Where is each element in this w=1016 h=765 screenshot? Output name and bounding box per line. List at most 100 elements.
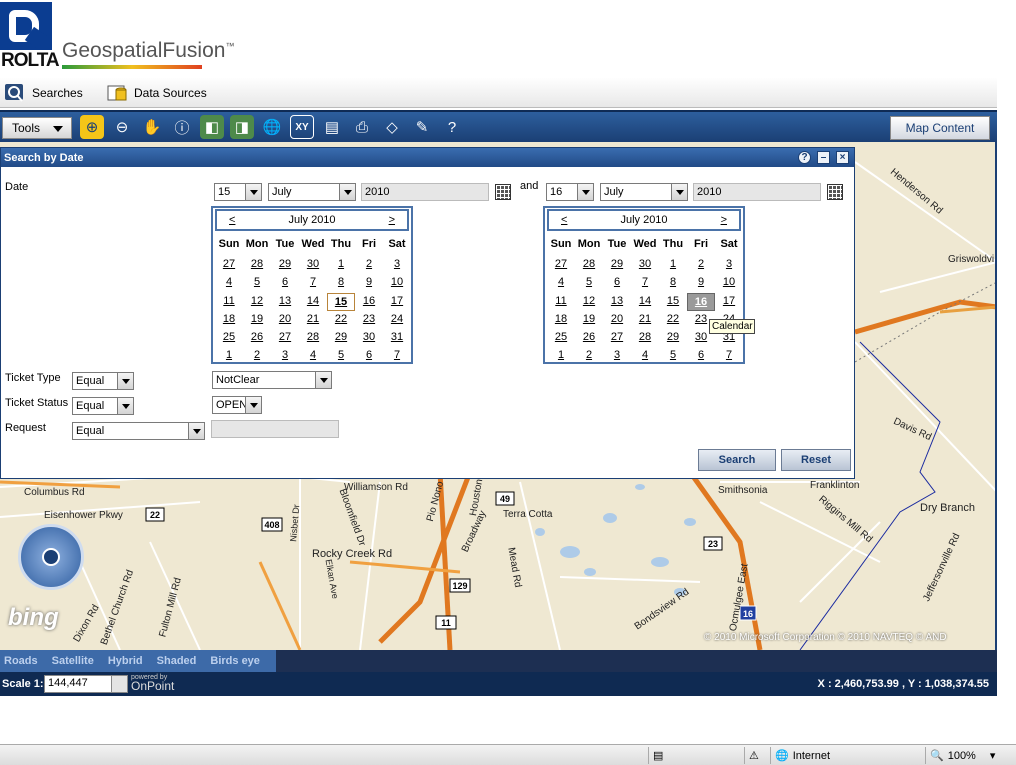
calendar-day[interactable]: 29	[271, 256, 299, 274]
reset-button[interactable]: Reset	[781, 449, 851, 471]
calendar-day[interactable]: 17	[715, 293, 743, 311]
next-extent-icon[interactable]: ◨	[230, 115, 254, 139]
calendar-day[interactable]: 30	[355, 329, 383, 347]
calendar-day[interactable]: 9	[355, 274, 383, 292]
calendar-day[interactable]: 21	[299, 311, 327, 329]
calendar-day[interactable]: 22	[327, 311, 355, 329]
calendar-day[interactable]: 25	[215, 329, 243, 347]
layers-icon[interactable]: ▤	[320, 115, 344, 139]
calendar-day[interactable]: 12	[575, 293, 603, 311]
calendar-day[interactable]: 21	[631, 311, 659, 329]
calendar-day[interactable]: 29	[327, 329, 355, 347]
calendar-day[interactable]: 2	[243, 347, 271, 365]
map-style-birds-eye[interactable]: Birds eye	[210, 655, 260, 667]
calendar-day[interactable]: 10	[383, 274, 411, 292]
calendar-day[interactable]: 10	[715, 274, 743, 292]
to-year-input[interactable]: 2010	[693, 183, 821, 201]
calendar-day[interactable]: 2	[687, 256, 715, 274]
request-operator-select[interactable]: Equal	[72, 422, 205, 440]
calendar-day[interactable]: 8	[327, 274, 355, 292]
calendar-day[interactable]: 9	[687, 274, 715, 292]
calendar-day[interactable]: 7	[631, 274, 659, 292]
map-style-roads[interactable]: Roads	[4, 655, 38, 667]
tools-dropdown[interactable]: Tools	[2, 117, 72, 139]
prev-month-button[interactable]: <	[229, 214, 235, 226]
calendar-day[interactable]: 4	[547, 274, 575, 292]
calendar-day[interactable]: 16	[687, 292, 715, 311]
calendar-day[interactable]: 3	[715, 256, 743, 274]
calendar-day[interactable]: 4	[299, 347, 327, 365]
help-icon[interactable]: ?	[798, 151, 811, 164]
calendar-day[interactable]: 1	[215, 347, 243, 365]
calendar-day[interactable]: 29	[659, 329, 687, 347]
calendar-day[interactable]: 14	[299, 293, 327, 311]
pan-hand-icon[interactable]: ✋	[140, 115, 164, 139]
calendar-day[interactable]: 5	[327, 347, 355, 365]
calendar-day[interactable]: 11	[547, 293, 575, 311]
prev-month-button[interactable]: <	[561, 214, 567, 226]
map-navigation-control[interactable]	[18, 524, 84, 590]
calendar-day[interactable]: 19	[575, 311, 603, 329]
calendar-day[interactable]: 28	[243, 256, 271, 274]
calendar-day[interactable]: 30	[299, 256, 327, 274]
map-style-hybrid[interactable]: Hybrid	[108, 655, 143, 667]
calendar-day[interactable]: 31	[383, 329, 411, 347]
minimize-icon[interactable]: –	[817, 151, 830, 164]
map-style-shaded[interactable]: Shaded	[157, 655, 197, 667]
calendar-day[interactable]: 15	[327, 292, 355, 311]
print-icon[interactable]: ⎙	[350, 115, 374, 139]
calendar-day[interactable]: 29	[603, 256, 631, 274]
scale-select[interactable]: 144,447	[44, 675, 128, 693]
zoom-in-icon[interactable]: ⊕	[80, 115, 104, 139]
eraser-icon[interactable]: ◇	[380, 115, 404, 139]
calendar-icon[interactable]	[495, 184, 511, 200]
calendar-day[interactable]: 22	[659, 311, 687, 329]
zoom-control[interactable]: 🔍 100% ▾	[925, 747, 1015, 764]
help-icon[interactable]: ?	[440, 115, 464, 139]
ticket-status-operator-select[interactable]: Equal	[72, 397, 134, 415]
ticket-status-value-select[interactable]: OPEN	[212, 396, 262, 414]
globe-icon[interactable]: 🌐	[260, 115, 284, 139]
calendar-day[interactable]: 11	[215, 293, 243, 311]
calendar-day[interactable]: 5	[659, 347, 687, 365]
calendar-day[interactable]: 1	[659, 256, 687, 274]
calendar-day[interactable]: 7	[715, 347, 743, 365]
calendar-day[interactable]: 20	[603, 311, 631, 329]
calendar-day[interactable]: 28	[575, 256, 603, 274]
calendar-day[interactable]: 3	[603, 347, 631, 365]
calendar-day[interactable]: 27	[215, 256, 243, 274]
calendar-day[interactable]: 14	[631, 293, 659, 311]
calendar-day[interactable]: 20	[271, 311, 299, 329]
calendar-day[interactable]: 4	[631, 347, 659, 365]
to-day-select[interactable]: 16	[546, 183, 594, 201]
ticket-type-value-select[interactable]: NotClear	[212, 371, 332, 389]
request-input[interactable]	[211, 420, 339, 438]
calendar-day[interactable]: 13	[271, 293, 299, 311]
calendar-day[interactable]: 4	[215, 274, 243, 292]
ticket-type-operator-select[interactable]: Equal	[72, 372, 134, 390]
from-day-select[interactable]: 15	[214, 183, 262, 201]
calendar-day[interactable]: 26	[575, 329, 603, 347]
calendar-day[interactable]: 27	[603, 329, 631, 347]
calendar-day[interactable]: 28	[299, 329, 327, 347]
calendar-day[interactable]: 17	[383, 293, 411, 311]
calendar-icon[interactable]	[827, 184, 843, 200]
calendar-day[interactable]: 23	[355, 311, 383, 329]
calendar-day[interactable]: 27	[547, 256, 575, 274]
calendar-day[interactable]: 28	[631, 329, 659, 347]
map-content-button[interactable]: Map Content	[890, 116, 990, 140]
calendar-day[interactable]: 27	[271, 329, 299, 347]
calendar-day[interactable]: 18	[215, 311, 243, 329]
xy-icon[interactable]: XY	[290, 115, 314, 139]
zoom-out-icon[interactable]: ⊖	[110, 115, 134, 139]
calendar-day[interactable]: 30	[631, 256, 659, 274]
calendar-day[interactable]: 3	[271, 347, 299, 365]
calendar-day[interactable]: 15	[659, 293, 687, 311]
calendar-day[interactable]: 7	[299, 274, 327, 292]
from-month-select[interactable]: July	[268, 183, 356, 201]
edit-icon[interactable]: ✎	[410, 115, 434, 139]
calendar-day[interactable]: 16	[355, 293, 383, 311]
calendar-day[interactable]: 2	[575, 347, 603, 365]
info-icon[interactable]: ⓘ	[170, 115, 194, 139]
next-month-button[interactable]: >	[721, 214, 727, 226]
